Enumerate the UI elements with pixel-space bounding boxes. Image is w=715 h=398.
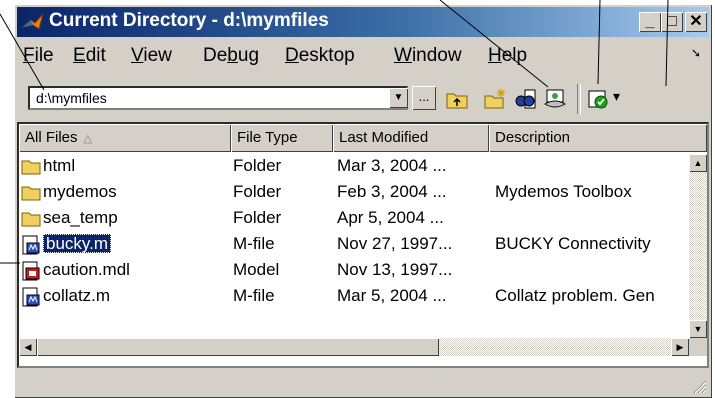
file-description: BUCKY Connectivity: [495, 234, 651, 253]
toolbar: d:\mymfiles ▼ ... ▾: [17, 80, 709, 120]
current-directory-window: Current Directory - d:\mymfiles _ □ ✕ Fi…: [14, 4, 712, 398]
find-icon[interactable]: [513, 88, 537, 110]
table-row[interactable]: html Folder Mar 3, 2004 ...: [19, 154, 689, 180]
up-folder-icon[interactable]: [445, 88, 469, 110]
table-row[interactable]: collatz.m M-file Mar 5, 2004 ... Collatz…: [19, 284, 689, 310]
file-modified: Nov 27, 1997...: [337, 234, 453, 253]
file-modified: Mar 3, 2004 ...: [337, 156, 447, 175]
selected-file-name[interactable]: bucky.m: [43, 234, 112, 253]
file-modified: Apr 5, 2004 ...: [337, 208, 444, 227]
minimize-button[interactable]: _: [639, 12, 661, 32]
scroll-up-icon[interactable]: ▲: [689, 154, 707, 172]
file-type: Folder: [233, 182, 282, 201]
menu-edit[interactable]: Edit: [73, 45, 106, 67]
file-type: M-file: [233, 286, 275, 305]
file-type: Model: [233, 260, 280, 279]
current-directory-field[interactable]: d:\mymfiles: [28, 86, 408, 110]
menu-help[interactable]: Help: [488, 45, 527, 67]
file-name: sea_temp: [43, 208, 118, 227]
model-icon: [22, 261, 40, 281]
file-name: bucky.m: [43, 234, 243, 254]
menu-desktop[interactable]: Desktop: [285, 45, 355, 67]
file-modified: Feb 3, 2004 ...: [337, 182, 447, 201]
horizontal-scroll-thumb[interactable]: [37, 338, 439, 356]
table-row[interactable]: mydemos Folder Feb 3, 2004 ... Mydemos T…: [19, 180, 689, 206]
resize-grip-icon[interactable]: [691, 378, 707, 394]
menu-bar: File Edit View Debug Desktop Window Help…: [17, 40, 709, 74]
new-file-icon[interactable]: [483, 88, 507, 110]
file-list: All Files △ File Type Last Modified Descr…: [17, 122, 709, 368]
matlab-logo-icon: [21, 13, 44, 30]
mfile-icon: [22, 235, 40, 255]
column-header-description[interactable]: Description: [489, 124, 707, 152]
column-header-last-modified[interactable]: Last Modified: [333, 124, 489, 152]
column-header-row: All Files △ File Type Last Modified Descr…: [19, 124, 707, 152]
scroll-left-icon[interactable]: ◀: [19, 338, 37, 356]
file-type: M-file: [233, 234, 275, 253]
file-name: html: [43, 156, 76, 175]
file-modified: Mar 5, 2004 ...: [337, 286, 447, 305]
file-type: Folder: [233, 208, 282, 227]
folder-icon: [21, 212, 41, 227]
file-name: caution.mdl: [43, 260, 130, 279]
table-row-selected[interactable]: bucky.m M-file Nov 27, 1997... BUCKY Con…: [19, 232, 689, 258]
folder-icon: [21, 160, 41, 175]
folder-icon: [21, 186, 41, 201]
table-row[interactable]: sea_temp Folder Apr 5, 2004 ...: [19, 206, 689, 232]
column-header-all-files[interactable]: All Files △: [19, 124, 231, 152]
scroll-down-icon[interactable]: ▼: [689, 320, 707, 338]
table-row[interactable]: caution.mdl Model Nov 13, 1997...: [19, 258, 689, 284]
file-type: Folder: [233, 156, 282, 175]
scrollbar-corner: [689, 338, 707, 356]
menu-debug[interactable]: Debug: [203, 45, 259, 67]
mfile-icon: [22, 287, 40, 307]
status-bar: [17, 372, 709, 394]
sort-ascending-icon: △: [83, 133, 92, 145]
directory-history-dropdown[interactable]: ▼: [389, 88, 408, 108]
scroll-right-icon[interactable]: ▶: [671, 338, 689, 356]
title-bar[interactable]: Current Directory - d:\mymfiles _ □ ✕: [17, 7, 709, 37]
menu-file[interactable]: File: [23, 45, 54, 67]
visual-directory-icon[interactable]: [543, 88, 567, 110]
file-modified: Nov 13, 1997...: [337, 260, 453, 279]
vertical-scrollbar[interactable]: ▲ ▼: [689, 154, 707, 338]
menu-overflow-icon[interactable]: ➘: [691, 46, 701, 60]
file-name: collatz.m: [43, 286, 111, 305]
browse-folder-button[interactable]: ...: [412, 86, 436, 110]
reports-icon[interactable]: [587, 88, 611, 110]
file-description: Collatz problem. Gen: [495, 286, 655, 305]
menu-view[interactable]: View: [131, 45, 172, 67]
reports-dropdown-icon[interactable]: ▾: [613, 88, 620, 105]
maximize-button[interactable]: □: [661, 12, 683, 32]
horizontal-scrollbar[interactable]: ◀ ▶: [19, 338, 689, 356]
close-button[interactable]: ✕: [685, 12, 707, 32]
menu-window[interactable]: Window: [394, 45, 462, 67]
toolbar-separator: [577, 84, 581, 114]
file-description: Mydemos Toolbox: [495, 182, 632, 201]
file-name: mydemos: [43, 182, 117, 201]
window-title: Current Directory - d:\mymfiles: [49, 10, 329, 31]
column-header-file-type[interactable]: File Type: [231, 124, 333, 152]
